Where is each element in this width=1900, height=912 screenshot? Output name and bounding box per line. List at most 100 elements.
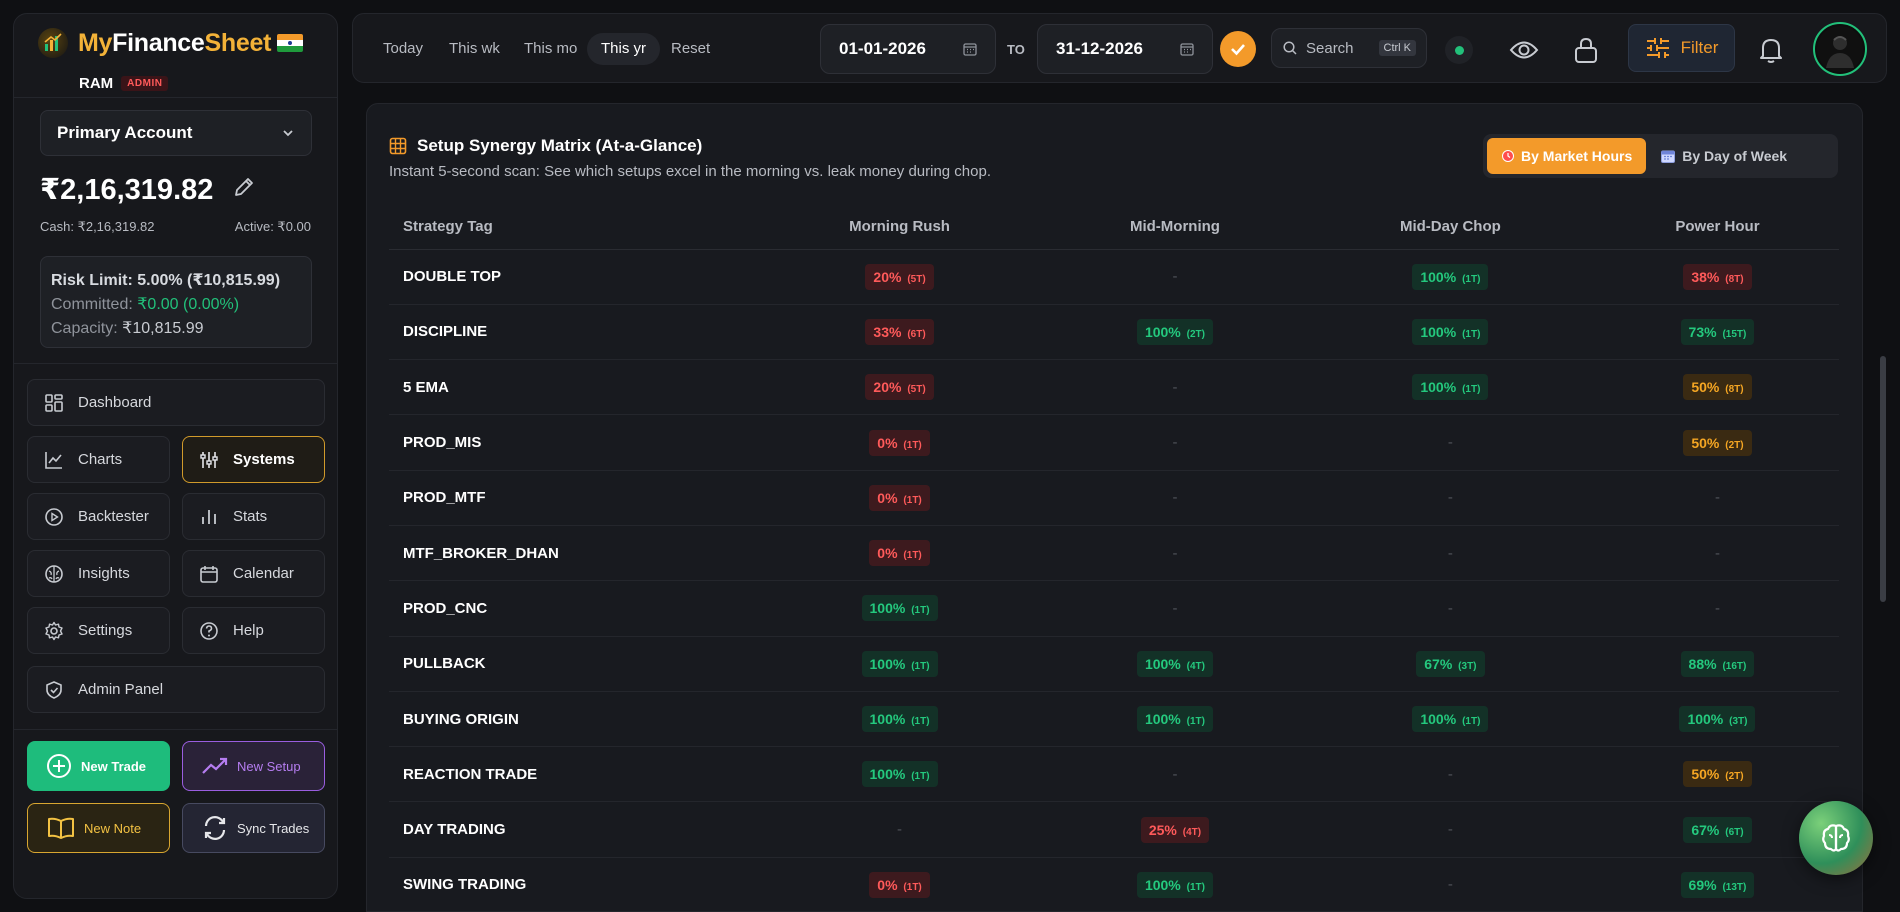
win-rate-badge[interactable]: 0% (1T)	[869, 484, 930, 511]
search-input[interactable]: Search Ctrl K	[1271, 28, 1427, 68]
win-rate-badge[interactable]: 100% (3T)	[1679, 706, 1756, 733]
win-rate-badge[interactable]: 0% (1T)	[869, 540, 930, 567]
quick-filter-today[interactable]: Today	[369, 33, 437, 65]
nav-admin-panel[interactable]: Admin Panel	[27, 666, 325, 713]
table-row[interactable]: DISCIPLINE 33% (6T) 100% (2T) 100% (1T) 73% …	[389, 304, 1839, 361]
matrix-cell: 0% (1T)	[754, 414, 1046, 471]
column-header-strategy-tag[interactable]: Strategy Tag	[389, 204, 754, 250]
lock-icon[interactable]	[1570, 34, 1602, 66]
filter-button[interactable]: Filter	[1628, 24, 1735, 72]
quick-filter-reset[interactable]: Reset	[657, 33, 724, 65]
table-row[interactable]: PROD_MIS 0% (1T) - - 50% (2T)	[389, 414, 1839, 471]
win-rate-badge[interactable]: 50% (2T)	[1683, 429, 1752, 456]
matrix-cell: -	[1595, 470, 1839, 526]
win-rate-badge[interactable]: 88% (16T)	[1680, 650, 1755, 677]
nav-backtester[interactable]: Backtester	[27, 493, 170, 540]
win-rate-badge[interactable]: 100% (2T)	[1136, 318, 1213, 345]
win-rate-badge[interactable]: 100% (1T)	[1412, 318, 1489, 345]
win-rate-badge[interactable]: 38% (8T)	[1683, 263, 1752, 290]
matrix-subtitle: Instant 5-second scan: See which setups …	[389, 163, 991, 180]
table-row[interactable]: PROD_MTF 0% (1T) - - -	[389, 470, 1839, 526]
toggle-by-market-hours[interactable]: By Market Hours	[1487, 138, 1647, 174]
ai-assistant-button[interactable]	[1799, 801, 1873, 875]
win-rate-badge[interactable]: 100% (4T)	[1136, 650, 1213, 677]
win-rate-badge[interactable]: 0% (1T)	[869, 871, 930, 898]
calendar-icon	[200, 565, 218, 583]
win-rate-badge[interactable]: 69% (13T)	[1680, 871, 1755, 898]
win-rate-value: 0%	[877, 545, 898, 562]
win-rate-badge[interactable]: 20% (5T)	[865, 263, 934, 290]
eye-icon[interactable]	[1508, 34, 1540, 66]
new-note-button[interactable]: New Note	[27, 803, 170, 853]
column-header-morning-rush[interactable]: Morning Rush	[754, 204, 1046, 250]
brand[interactable]: MyFinanceSheet	[38, 28, 304, 58]
date-from-value: 01-01-2026	[839, 39, 926, 58]
table-row[interactable]: MTF_BROKER_DHAN 0% (1T) - - -	[389, 525, 1839, 582]
nav-dashboard[interactable]: Dashboard	[27, 379, 325, 426]
win-rate-badge[interactable]: 20% (5T)	[865, 374, 934, 401]
win-rate-badge[interactable]: 50% (2T)	[1683, 761, 1752, 788]
nav-calendar[interactable]: Calendar	[182, 550, 325, 597]
win-rate-badge[interactable]: 0% (1T)	[869, 429, 930, 456]
win-rate-badge[interactable]: 100% (1T)	[861, 761, 938, 788]
matrix-cell: -	[1045, 470, 1305, 526]
win-rate-value: 0%	[877, 434, 898, 451]
win-rate-badge[interactable]: 100% (1T)	[861, 706, 938, 733]
win-rate-badge[interactable]: 100% (1T)	[1412, 374, 1489, 401]
win-rate-badge[interactable]: 100% (1T)	[1136, 871, 1213, 898]
column-header-power-hour[interactable]: Power Hour	[1595, 204, 1839, 250]
nav-systems[interactable]: Systems	[182, 436, 325, 483]
win-rate-badge[interactable]: 25% (4T)	[1140, 816, 1210, 843]
table-row[interactable]: PROD_CNC 100% (1T) - - -	[389, 580, 1839, 637]
nav-dashboard-label: Dashboard	[78, 394, 152, 411]
win-rate-badge[interactable]: 67% (6T)	[1683, 816, 1752, 843]
win-rate-badge[interactable]: 100% (1T)	[861, 650, 938, 677]
nav-stats[interactable]: Stats	[182, 493, 325, 540]
nav-insights[interactable]: Insights	[27, 550, 170, 597]
date-to-input[interactable]: 31-12-2026	[1037, 24, 1213, 74]
trade-count: (8T)	[1725, 273, 1744, 285]
play-circle-icon	[45, 507, 63, 526]
table-body: DOUBLE TOP 20% (5T) - 100% (1T) 38% (8T) DISC…	[389, 249, 1839, 911]
nav-charts[interactable]: Charts	[27, 436, 170, 483]
apply-date-button[interactable]	[1220, 31, 1256, 67]
date-from-input[interactable]: 01-01-2026	[820, 24, 996, 74]
scrollbar-thumb[interactable]	[1880, 356, 1886, 602]
win-rate-badge[interactable]: 67% (3T)	[1416, 650, 1485, 677]
matrix-cell: 100% (1T)	[754, 746, 1046, 803]
win-rate-badge[interactable]: 100% (1T)	[1412, 263, 1489, 290]
bell-icon[interactable]	[1755, 34, 1787, 66]
table-row[interactable]: DOUBLE TOP 20% (5T) - 100% (1T) 38% (8T)	[389, 249, 1839, 305]
win-rate-badge[interactable]: 100% (1T)	[861, 595, 938, 622]
new-trade-button[interactable]: New Trade	[27, 741, 170, 791]
column-header-mid-morning[interactable]: Mid-Morning	[1045, 204, 1305, 250]
table-row[interactable]: BUYING ORIGIN 100% (1T) 100% (1T) 100% (1T)…	[389, 691, 1839, 748]
avatar[interactable]	[1813, 22, 1867, 76]
quick-filter-year[interactable]: This yr	[587, 33, 660, 65]
table-row[interactable]: REACTION TRADE 100% (1T) - - 50% (2T)	[389, 746, 1839, 803]
win-rate-badge[interactable]: 100% (1T)	[1412, 706, 1489, 733]
nav-settings[interactable]: Settings	[27, 607, 170, 654]
toggle-by-day-of-week[interactable]: By Day of Week	[1646, 138, 1801, 174]
pencil-icon[interactable]	[231, 174, 257, 205]
column-header-mid-day-chop[interactable]: Mid-Day Chop	[1304, 204, 1596, 250]
table-row[interactable]: PULLBACK 100% (1T) 100% (4T) 67% (3T) 88% (1…	[389, 636, 1839, 692]
committed-row: Committed: ₹0.00 (0.00%)	[51, 296, 240, 313]
nav-help[interactable]: Help	[182, 607, 325, 654]
account-select[interactable]: Primary Account	[40, 110, 312, 156]
win-rate-badge[interactable]: 33% (6T)	[865, 318, 934, 345]
trade-count: (4T)	[1182, 826, 1202, 838]
quick-filter-month[interactable]: This mo	[510, 33, 591, 65]
win-rate-badge[interactable]: 73% (15T)	[1680, 318, 1755, 345]
new-setup-button[interactable]: New Setup	[182, 741, 325, 791]
win-rate-badge[interactable]: 100% (1T)	[1136, 706, 1213, 733]
table-row[interactable]: SWING TRADING 0% (1T) 100% (1T) -69% (13T)	[389, 857, 1839, 911]
quick-filter-week[interactable]: This wk	[435, 33, 514, 65]
sync-trades-button[interactable]: Sync Trades	[182, 803, 325, 853]
table-row[interactable]: DAY TRADING -25% (4T) -67% (6T)	[389, 801, 1839, 858]
win-rate-badge[interactable]: 50% (8T)	[1683, 374, 1752, 401]
matrix-cell: 100% (1T)	[1304, 691, 1596, 748]
table-row[interactable]: 5 EMA 20% (5T) - 100% (1T) 50% (8T)	[389, 359, 1839, 416]
win-rate-value: 100%	[869, 766, 906, 783]
toggle-by-market-hours-label: By Market Hours	[1521, 148, 1633, 164]
